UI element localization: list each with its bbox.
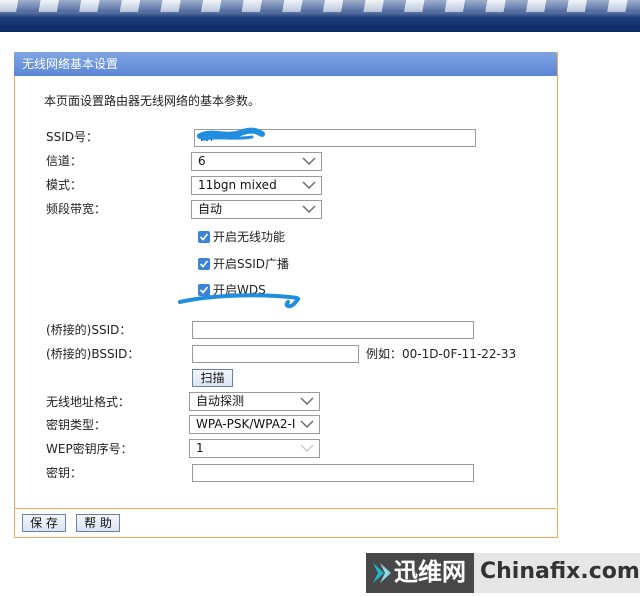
channel-value: 6 [198,154,206,168]
bandwidth-value: 自动 [198,202,223,216]
chevron-down-icon [299,418,315,430]
checkmark-icon [198,284,210,296]
wds-checkbox[interactable]: 开启WDS [198,282,266,298]
chevron-down-icon [300,444,314,452]
key-type-select[interactable]: WPA-PSK/WPA2-I [189,415,320,434]
bridge-bssid-input[interactable] [192,345,359,363]
footer-divider [14,508,556,509]
mode-label: 模式： [46,178,83,192]
chevron-down-icon [302,157,316,165]
addr-format-value: 自动探测 [196,394,245,408]
bridge-ssid-label: (桥接的)SSID： [46,323,132,337]
channel-select[interactable]: 6 [191,152,322,171]
key-type-label: 密钥类型： [46,418,107,432]
panel-title: 无线网络基本设置 [14,52,557,76]
watermark-cn: 迅维网 [394,558,466,586]
wep-index-label: WEP密钥序号： [46,442,133,456]
checkmark-icon [198,258,210,270]
wireless-checkbox-label: 开启无线功能 [213,230,286,244]
ssid-label: SSID号： [46,130,99,144]
chevron-down-icon [300,397,314,405]
addr-format-label: 无线地址格式： [46,395,131,409]
bandwidth-label: 频段带宽： [46,202,107,216]
mode-value: 11bgn mixed [198,178,277,192]
bridge-bssid-label: (桥接的)BSSID： [46,347,140,361]
key-input[interactable] [192,464,474,482]
wep-index-select[interactable]: 1 [189,439,320,458]
key-label: 密钥： [46,466,83,480]
wireless-checkbox[interactable]: 开启无线功能 [198,229,285,245]
key-type-value: WPA-PSK/WPA2-I [196,417,296,431]
bridge-ssid-input[interactable] [192,321,474,339]
bandwidth-select[interactable]: 自动 [191,200,322,219]
channel-label: 信道： [46,154,83,168]
help-button[interactable]: 帮 助 [76,514,120,532]
wep-index-value: 1 [196,441,204,455]
checkmark-icon [198,231,210,243]
mode-select[interactable]: 11bgn mixed [191,176,322,195]
ssid-broadcast-checkbox[interactable]: 开启SSID广播 [198,256,289,272]
bssid-example: 例如：00-1D-0F-11-22-33 [366,347,517,361]
save-button[interactable]: 保 存 [22,514,66,532]
arrow-logo-icon [373,563,391,583]
addr-format-select[interactable]: 自动探测 [189,392,320,411]
top-banner [0,0,640,32]
chevron-down-icon [302,205,316,213]
wds-checkbox-label: 开启WDS [213,283,266,297]
page-description: 本页面设置路由器无线网络的基本参数。 [44,94,261,108]
chevron-down-icon [302,181,316,189]
scan-button[interactable]: 扫描 [192,369,233,387]
watermark-en: Chinafix.com [480,559,640,584]
ssid-input[interactable]: WI [194,129,476,147]
ssid-broadcast-checkbox-label: 开启SSID广播 [213,257,290,271]
